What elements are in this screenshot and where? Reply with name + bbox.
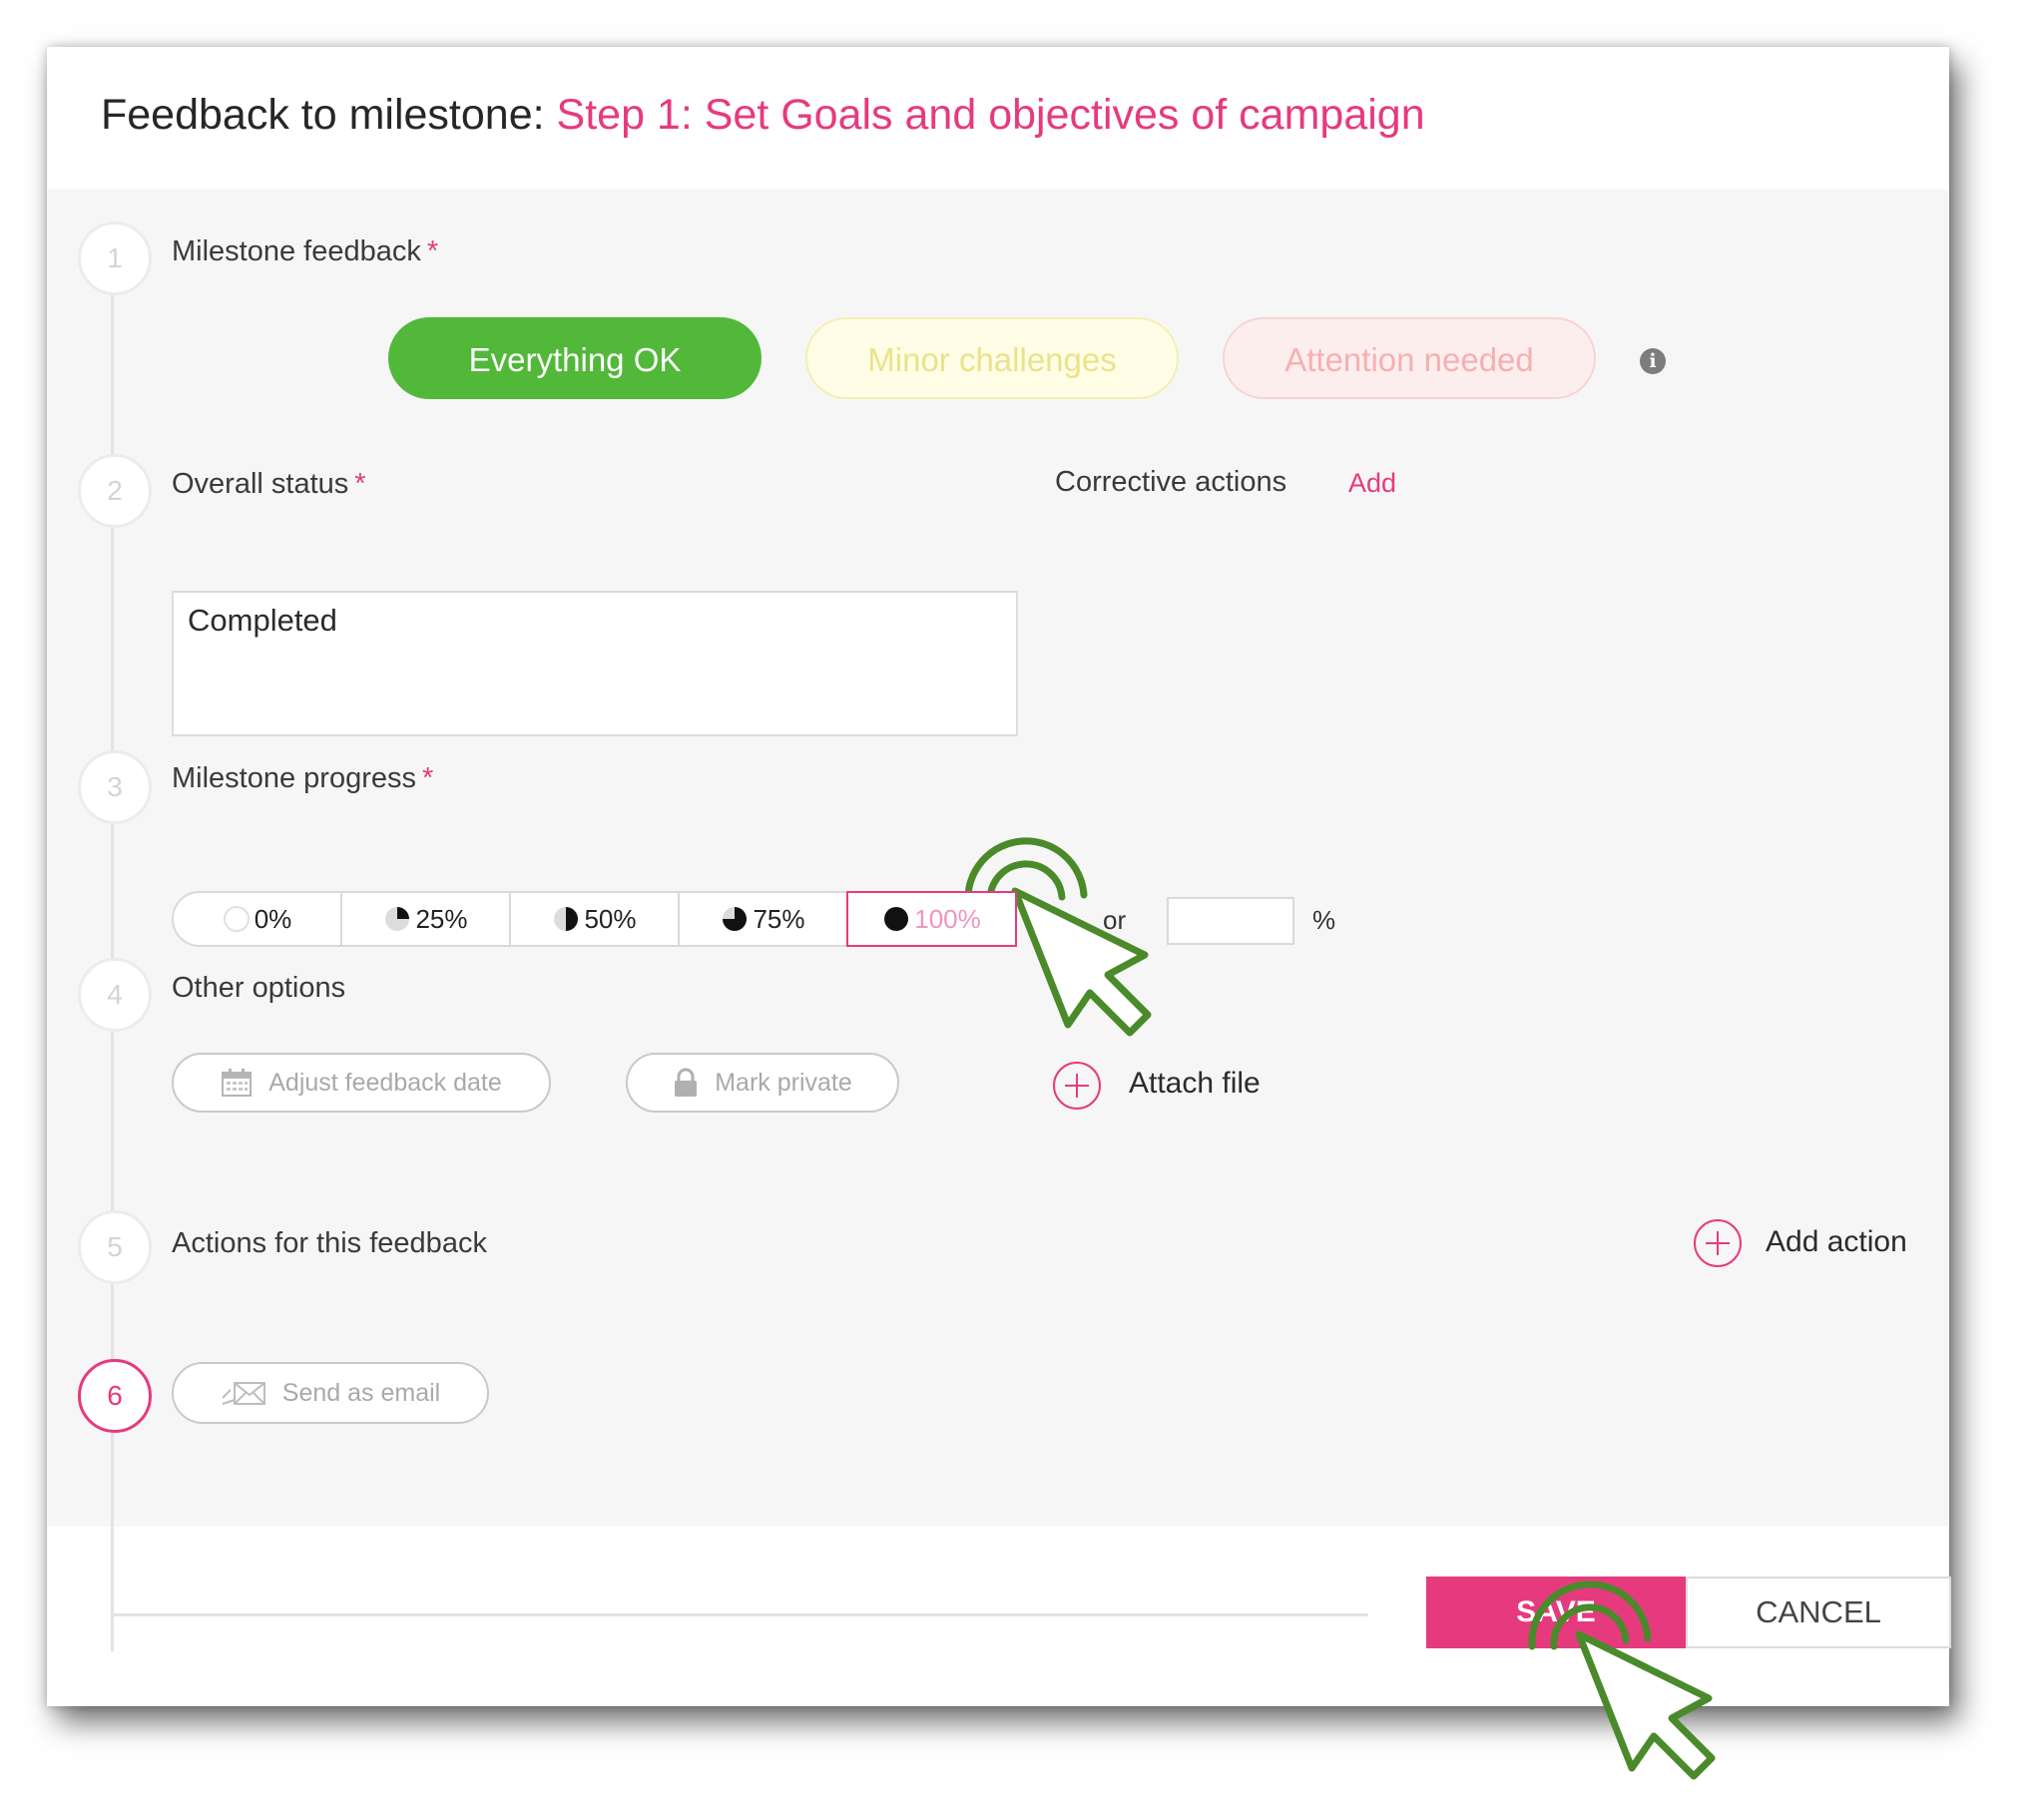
progress-option-label: 75% [753,903,805,934]
mark-private-button[interactable]: Mark private [626,1053,899,1113]
milestone-feedback-label-text: Milestone feedback [172,235,421,267]
step-number-2: 2 [78,454,152,528]
progress-option-100[interactable]: 100% [846,891,1017,947]
step-number-3: 3 [78,750,152,824]
progress-50-icon [554,907,579,931]
progress-selector: 0% 25% 50% 75% 100% [172,891,1017,947]
progress-option-label: 100% [914,903,981,934]
send-email-icon [222,1382,265,1405]
progress-25-icon [385,907,410,931]
calendar-icon [222,1069,253,1097]
progress-option-label: 0% [254,903,292,934]
required-marker: * [354,468,366,500]
info-icon[interactable]: i [1640,348,1666,374]
click-cursor-icon [1528,1581,1716,1780]
add-action-link[interactable]: Add action [1766,1225,1907,1259]
progress-option-25[interactable]: 25% [340,891,511,947]
add-action-plus-icon[interactable] [1694,1219,1742,1267]
step-number-5: 5 [78,1210,152,1284]
dialog-title: Feedback to milestone: Step 1: Set Goals… [101,87,1425,143]
corrective-actions-label: Corrective actions [1055,466,1287,498]
step-number-6: 6 [78,1359,152,1433]
send-as-email-button[interactable]: Send as email [172,1362,489,1424]
attach-file-plus-icon[interactable] [1053,1062,1101,1110]
actions-for-feedback-label: Actions for this feedback [172,1227,487,1259]
attach-file-link[interactable]: Attach file [1129,1067,1261,1101]
feedback-dialog: Feedback to milestone: Step 1: Set Goals… [47,47,1951,1780]
progress-option-75[interactable]: 75% [678,891,848,947]
progress-0-icon [223,906,250,932]
attention-needed-button[interactable]: Attention needed [1223,317,1596,399]
required-marker: * [422,762,434,794]
overall-status-input[interactable]: Completed [172,591,1018,736]
progress-option-label: 25% [415,903,468,934]
timeline-bottom-line [111,1613,1368,1616]
adjust-feedback-date-label: Adjust feedback date [268,1068,502,1097]
everything-ok-button[interactable]: Everything OK [388,317,762,399]
send-as-email-label: Send as email [281,1378,441,1407]
milestone-progress-label: Milestone progress * [172,762,433,795]
progress-option-label: 50% [584,903,637,934]
progress-option-0[interactable]: 0% [172,891,342,947]
percent-unit-label: % [1312,905,1336,935]
adjust-feedback-date-button[interactable]: Adjust feedback date [172,1053,551,1113]
milestone-feedback-label: Milestone feedback * [172,235,438,268]
title-milestone-name: Step 1: Set Goals and objectives of camp… [556,91,1425,139]
progress-75-icon [723,907,748,931]
step-number-4: 4 [78,958,152,1032]
other-options-label: Other options [172,972,346,1004]
timeline-line [111,229,114,1651]
progress-100-icon [884,907,909,931]
corrective-actions-add-link[interactable]: Add [1348,468,1396,499]
dialog-header: Feedback to milestone: Step 1: Set Goals… [47,47,1949,190]
step-number-1: 1 [78,222,152,295]
title-prefix: Feedback to milestone: [101,91,545,139]
milestone-progress-label-text: Milestone progress [172,762,416,794]
mark-private-label: Mark private [715,1068,852,1097]
overall-status-label: Overall status * [172,468,366,501]
required-marker: * [426,235,439,267]
progress-option-50[interactable]: 50% [509,891,680,947]
lock-icon [675,1068,698,1097]
minor-challenges-button[interactable]: Minor challenges [805,317,1179,399]
overall-status-label-text: Overall status [172,468,349,500]
